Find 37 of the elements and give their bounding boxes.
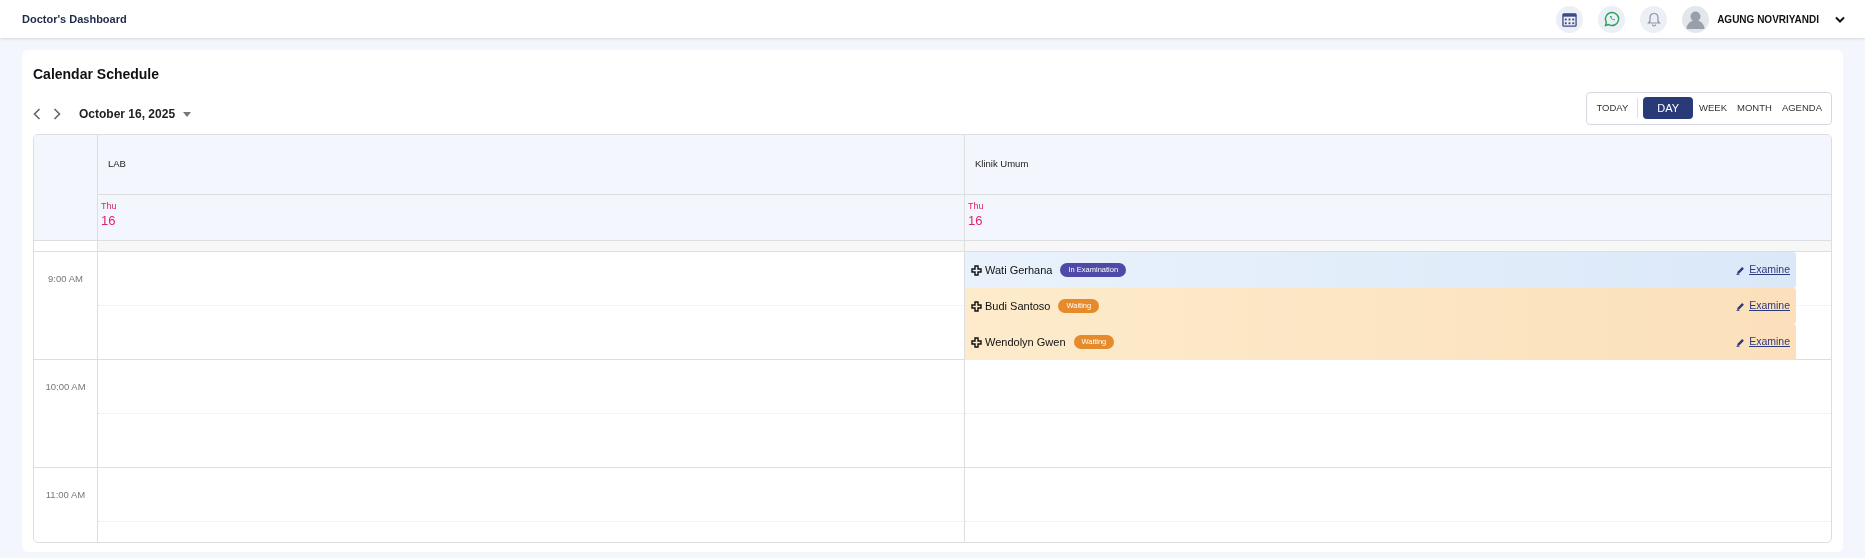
pencil-icon <box>1736 301 1746 311</box>
previous-icon[interactable] <box>33 108 41 120</box>
view-tab[interactable]: AGENDA <box>1777 97 1826 119</box>
weekday-label: Thu <box>101 200 117 212</box>
calendar-icon[interactable] <box>1556 5 1584 33</box>
time-label: 10:00 AM <box>45 380 86 392</box>
weekday-label: Thu <box>968 200 984 212</box>
day-number: 16 <box>101 212 116 229</box>
avatar-icon[interactable] <box>1682 5 1710 33</box>
examine-link[interactable]: Examine <box>1749 262 1790 278</box>
user-name[interactable]: AGUNG NOVRIYANDI <box>1717 11 1819 27</box>
pencil-icon <box>1736 337 1746 347</box>
resource-name: LAB <box>108 157 126 172</box>
chevron-down-icon[interactable] <box>1835 15 1845 23</box>
patient-name: Wendolyn Gwen <box>985 334 1066 350</box>
date-picker[interactable]: October 16, 2025 <box>79 105 192 123</box>
medical-cross-icon <box>971 336 982 348</box>
view-tab[interactable]: TODAY <box>1592 97 1633 119</box>
day-number: 16 <box>968 212 983 229</box>
app-title: Doctor's Dashboard <box>22 11 127 27</box>
time-label: 9:00 AM <box>48 272 83 284</box>
next-icon[interactable] <box>53 108 61 120</box>
examine-link[interactable]: Examine <box>1749 334 1790 350</box>
patient-name: Budi Santoso <box>985 298 1051 314</box>
medical-cross-icon <box>971 264 982 276</box>
view-tab[interactable]: MONTH <box>1733 97 1776 119</box>
view-tab[interactable]: DAY <box>1643 97 1694 119</box>
examine-link[interactable]: Examine <box>1749 298 1790 314</box>
patient-name: Wati Gerhana <box>985 262 1053 278</box>
dropdown-icon <box>183 111 192 117</box>
chat-icon[interactable] <box>1598 5 1626 33</box>
medical-cross-icon <box>971 300 982 312</box>
pencil-icon <box>1736 265 1746 275</box>
view-tab[interactable]: WEEK <box>1695 97 1732 119</box>
time-label: 11:00 AM <box>45 488 86 500</box>
resource-name: Klinik Umum <box>975 157 1029 172</box>
calendar-title: Calendar Schedule <box>33 65 161 84</box>
